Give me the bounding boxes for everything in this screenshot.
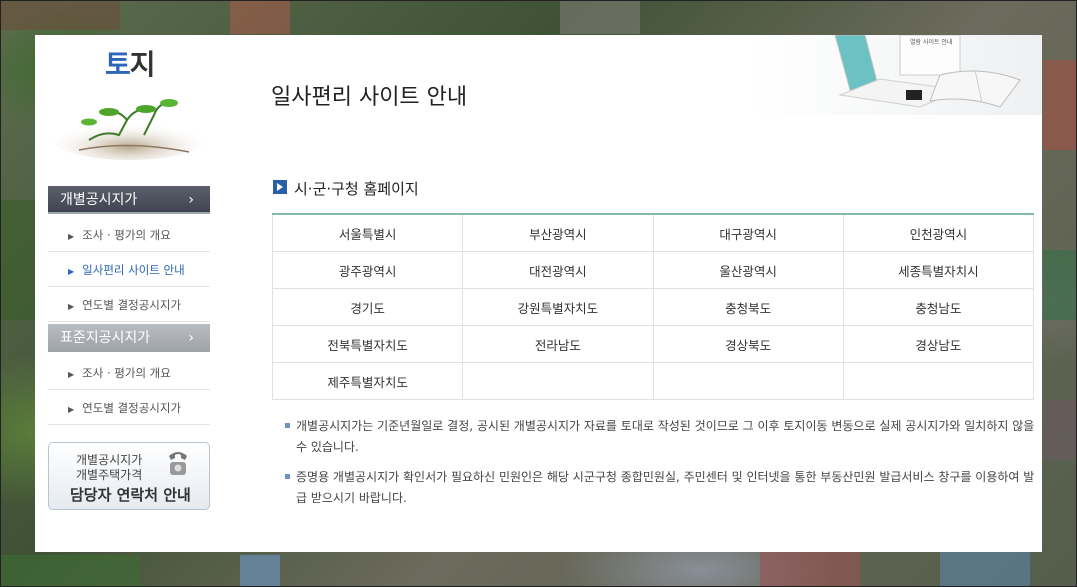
note-bullet [285,474,290,479]
laptop-screen-caption: 열람 사이트 안내 [910,38,952,46]
table-row: 제주특별자치도 [271,362,1035,400]
arrow-right-icon: ▶ [68,370,75,379]
notes-list: 개별공시지가는 기준년월일로 결정, 공시된 개별공시지가 자료를 토대로 작성… [283,416,1035,518]
empty-cell [652,362,844,400]
city-link[interactable]: 제주특별자치도 [271,362,464,400]
nav-item-label: 일사편리 사이트 안내 [82,263,185,277]
city-link[interactable]: 울산광역시 [652,251,844,289]
note-bullet [285,423,290,428]
table-row: 전북특별자치도 전라남도 경상북도 경상남도 [271,325,1035,363]
sidebar-logo-title: 토지 [105,43,156,83]
contact-info-button[interactable]: 개별공시지가 개별주택가격 담당자 연락처 안내 [48,442,210,510]
city-link[interactable]: 대구광역시 [652,213,844,252]
city-link[interactable]: 전라남도 [462,325,654,363]
nav-section-label: 개별공시지가 [60,192,138,208]
sidebar: 토지 개별공시지가 › ▶ 조사 · 평가의 개요 ▶ 일사편리 사이트 안내 [35,35,220,552]
contact-line2: 개별주택가격 [76,468,143,482]
city-link[interactable]: 충청북도 [652,288,844,326]
city-link[interactable]: 세종특별자치시 [842,251,1035,289]
laptop-illustration: 열람 사이트 안내 [750,35,1042,115]
section-title: 시·군·구청 홈페이지 [294,180,419,198]
city-link[interactable]: 광주광역시 [271,251,464,289]
nav-item-standard-yearly-prices[interactable]: ▶ 연도별 결정공시지가 [48,391,210,425]
arrow-right-icon: ▶ [68,267,75,276]
section-arrow-icon [273,180,287,194]
note-text: 개별공시지가는 기준년월일로 결정, 공시된 개별공시지가 자료를 토대로 작성… [296,419,1035,454]
nav-item-standard-survey-overview[interactable]: ▶ 조사 · 평가의 개요 [48,356,210,390]
arrow-right-icon: ▶ [68,302,75,311]
nav-section-standard-land-price[interactable]: 표준지공시지가 › [48,324,210,352]
nav-item-ilsapyeonri-guide[interactable]: ▶ 일사편리 사이트 안내 [48,253,210,287]
chevron-right-icon: › [188,330,194,346]
city-link[interactable]: 서울특별시 [271,213,464,252]
city-link[interactable]: 경기도 [271,288,464,326]
content-panel: 토지 개별공시지가 › ▶ 조사 · 평가의 개요 ▶ 일사편리 사이트 안내 [35,35,1042,552]
city-link[interactable]: 강원특별자치도 [462,288,654,326]
city-link[interactable]: 경상북도 [652,325,844,363]
telephone-icon [169,452,187,475]
contact-line3: 담당자 연락처 안내 [70,486,191,504]
nav-section-label: 표준지공시지가 [60,330,151,346]
table-row: 서울특별시 부산광역시 대구광역시 인천광역시 [271,213,1035,252]
city-link[interactable]: 전북특별자치도 [271,325,464,363]
city-link[interactable]: 충청남도 [842,288,1035,326]
note-item: 개별공시지가는 기준년월일로 결정, 공시된 개별공시지가 자료를 토대로 작성… [283,416,1035,458]
arrow-right-icon: ▶ [68,232,75,241]
logo-title-first: 토 [105,48,131,81]
nav-item-label: 연도별 결정공시지가 [82,401,182,415]
city-homepage-table: 서울특별시 부산광역시 대구광역시 인천광역시 광주광역시 대전광역시 울산광역시 세종특별자… [271,213,1035,400]
table-row: 경기도 강원특별자치도 충청북도 충청남도 [271,288,1035,326]
nav-item-survey-overview[interactable]: ▶ 조사 · 평가의 개요 [48,218,210,252]
logo-title-rest: 지 [129,48,156,81]
arrow-right-icon: ▶ [68,405,75,414]
note-item: 증명용 개별공시지가 확인서가 필요하신 민원인은 해당 시군구청 종합민원실,… [283,467,1035,509]
sprout-illustration [51,99,207,160]
table-row: 광주광역시 대전광역시 울산광역시 세종특별자치시 [271,251,1035,289]
city-link[interactable]: 경상남도 [842,325,1035,363]
nav-section-individual-land-price[interactable]: 개별공시지가 › [48,186,210,214]
city-link[interactable]: 인천광역시 [842,213,1035,252]
note-text: 증명용 개별공시지가 확인서가 필요하신 민원인은 해당 시군구청 종합민원실,… [296,470,1035,505]
nav-item-label: 조사 · 평가의 개요 [82,228,171,242]
empty-cell [462,362,654,400]
empty-cell [842,362,1035,400]
city-link[interactable]: 부산광역시 [462,213,654,252]
page-title: 일사편리 사이트 안내 [271,85,468,110]
nav-item-label: 연도별 결정공시지가 [82,298,182,312]
nav-item-label: 조사 · 평가의 개요 [82,366,171,380]
city-link[interactable]: 대전광역시 [462,251,654,289]
chevron-right-icon: › [188,192,194,208]
nav-item-yearly-prices[interactable]: ▶ 연도별 결정공시지가 [48,288,210,322]
